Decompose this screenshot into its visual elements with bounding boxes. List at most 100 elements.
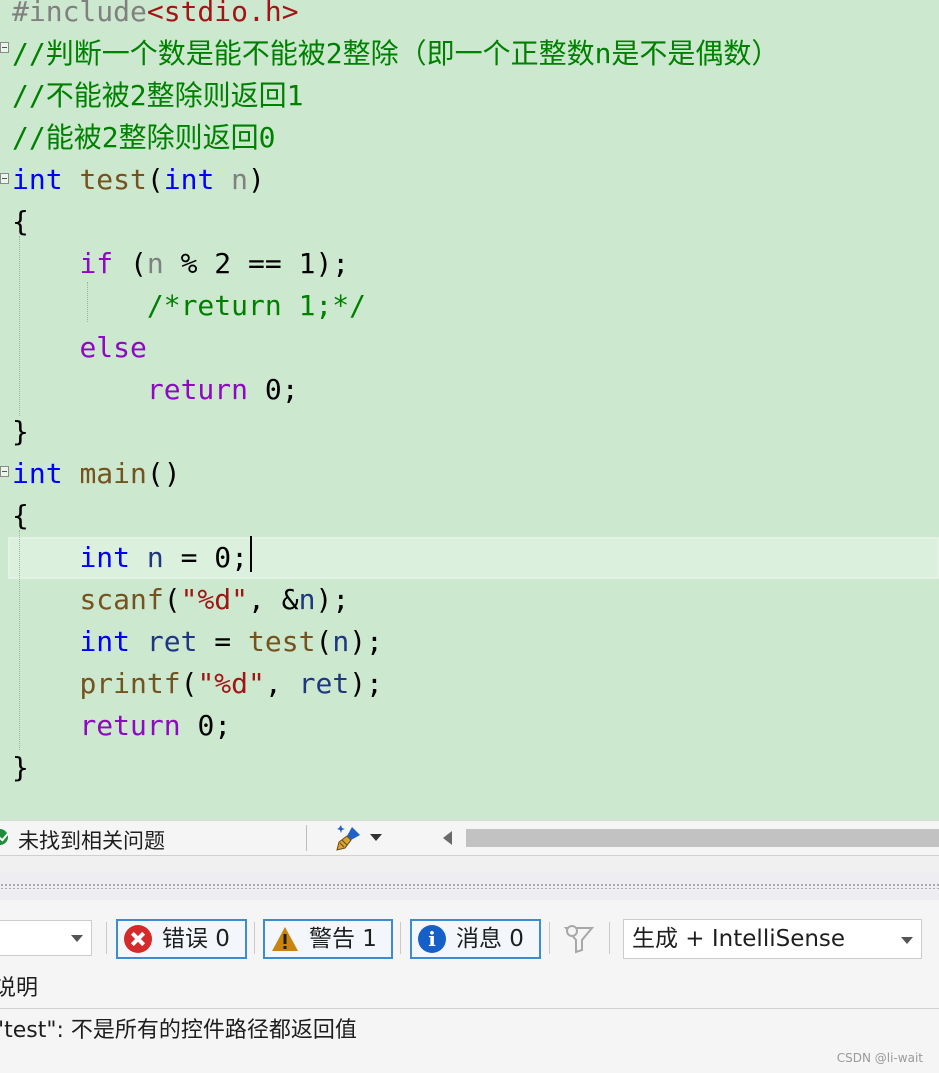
code-line[interactable]: int ret = test(n); [0, 621, 939, 663]
editor-status-bar: 未找到相关问题 [0, 820, 939, 856]
row-description: "test": 不是所有的控件路径都返回值 [0, 1018, 357, 1043]
scope-dropdown[interactable] [0, 920, 92, 956]
brush-icon[interactable] [334, 823, 364, 853]
code-token: n [146, 541, 164, 574]
code-token: { [12, 205, 29, 238]
code-editor[interactable]: #include<stdio.h> //判断一个数是能不能被2整除（即一个正整数n… [0, 0, 939, 820]
code-token: n [332, 625, 350, 658]
code-token: if [79, 247, 114, 280]
code-token: printf [79, 667, 181, 700]
code-token: //能被2整除则返回0 [12, 121, 276, 154]
code-line[interactable]: //不能被2整除则返回1 [0, 75, 939, 117]
code-line[interactable]: scanf("%d", &n); [0, 579, 939, 621]
code-line[interactable]: return 0; [0, 705, 939, 747]
toolbar-separator [549, 922, 550, 954]
error-list-header: 说明 [0, 970, 939, 1009]
build-source-dropdown[interactable]: 生成 + IntelliSense [623, 919, 922, 959]
code-token: int [12, 457, 63, 490]
code-line[interactable]: int test(int n) [0, 159, 939, 201]
code-line[interactable]: } [0, 747, 939, 789]
warnings-filter-button[interactable]: 警告 1 [263, 919, 393, 959]
code-token: { [12, 499, 29, 532]
text-caret [250, 536, 252, 572]
warnings-filter-label: 警告 1 [309, 926, 377, 952]
code-line[interactable]: //能被2整除则返回0 [0, 117, 939, 159]
status-separator [306, 825, 307, 851]
indent-guide [87, 282, 88, 322]
code-token: ); [349, 667, 383, 700]
code-line[interactable]: else [0, 327, 939, 369]
chevron-down-icon [901, 937, 913, 944]
code-token: test [79, 163, 147, 196]
warning-icon [271, 925, 299, 953]
code-line[interactable]: #include<stdio.h> [0, 0, 939, 33]
toolbar-separator [254, 922, 255, 954]
code-token: main [79, 457, 147, 490]
code-token: ); [315, 583, 350, 616]
messages-filter-button[interactable]: i 消息 0 [410, 919, 541, 959]
code-token: return [146, 373, 249, 406]
code-token: n [146, 247, 164, 280]
code-line[interactable]: { [0, 495, 939, 537]
chevron-down-icon [71, 935, 83, 942]
code-token: 0; [248, 373, 299, 406]
code-token: else [79, 331, 147, 364]
code-line[interactable]: } [0, 411, 939, 453]
info-icon: i [418, 925, 446, 953]
code-token: ) [248, 163, 265, 196]
code-token: , & [248, 583, 299, 616]
toolbar-separator [106, 922, 107, 954]
issues-status-text[interactable]: 未找到相关问题 [18, 825, 165, 855]
error-list-toolbar: 错误 0 警告 1 i 消息 0 生成 + IntelliSense [0, 900, 939, 970]
fold-toggle-main[interactable] [0, 466, 9, 477]
errors-filter-button[interactable]: 错误 0 [116, 919, 247, 959]
code-token: ret [146, 625, 198, 658]
error-icon [124, 925, 152, 953]
table-row[interactable]: "test": 不是所有的控件路径都返回值 [0, 1009, 939, 1053]
code-line[interactable]: int n = 0; [8, 537, 939, 579]
indent-guide [19, 530, 20, 750]
chevron-down-icon[interactable] [370, 834, 382, 841]
horizontal-scrollbar-thumb[interactable] [466, 829, 939, 847]
code-token: ); [349, 625, 383, 658]
fold-toggle-comment[interactable] [0, 42, 9, 53]
code-token: int [79, 625, 131, 658]
code-line[interactable]: printf("%d", ret); [0, 663, 939, 705]
code-token: ( [163, 583, 181, 616]
watermark: CSDN @li-wait [836, 1051, 923, 1065]
code-token: return [79, 709, 181, 742]
messages-filter-label: 消息 0 [456, 926, 524, 952]
code-token: n [231, 163, 249, 196]
column-header-description[interactable]: 说明 [0, 970, 38, 1008]
code-token: } [12, 415, 29, 448]
code-line[interactable]: return 0; [0, 369, 939, 411]
code-line[interactable]: /*return 1;*/ [0, 285, 939, 327]
code-line[interactable]: int main() [0, 453, 939, 495]
fold-toggle-test[interactable] [0, 173, 9, 184]
code-token: /*return 1;*/ [146, 289, 367, 322]
code-token: , [264, 667, 299, 700]
code-line[interactable]: if (n % 2 == 1); [0, 243, 939, 285]
code-token: ( [315, 625, 333, 658]
panel-splitter[interactable] [0, 872, 939, 900]
code-line[interactable]: //判断一个数是能不能被2整除（即一个正整数n是不是偶数） [0, 33, 939, 75]
code-token: () [146, 457, 181, 490]
code-line[interactable]: { [0, 201, 939, 243]
filter-icon[interactable] [562, 922, 596, 956]
errors-filter-label: 错误 0 [162, 926, 230, 952]
scroll-left-arrow-icon[interactable] [443, 831, 452, 845]
code-token: ret [298, 667, 350, 700]
